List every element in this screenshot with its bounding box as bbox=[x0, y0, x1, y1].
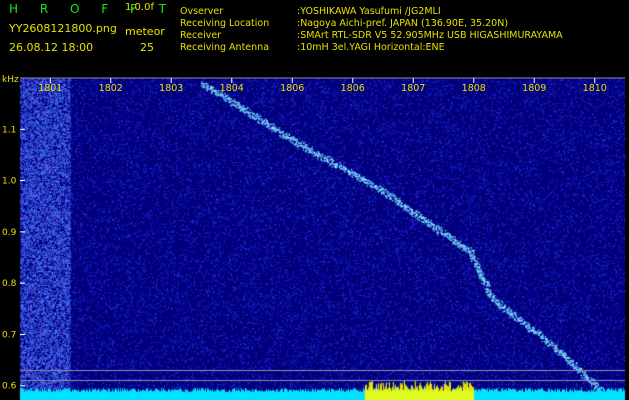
x-tick-label: 1809 bbox=[522, 83, 546, 94]
x-tick-label: 1807 bbox=[401, 83, 425, 94]
y-tick-label: 0.9 bbox=[2, 228, 17, 238]
y-axis-label: kHz bbox=[2, 75, 19, 85]
y-tick-label: 0.8 bbox=[2, 279, 17, 289]
x-tick-label: 1806 bbox=[280, 83, 304, 94]
chart-axes: kHz 1801 1802 1803 1804 1806 1806 1807 1808 1809 1… bbox=[2, 75, 625, 392]
y-tick-label: 1.0 bbox=[2, 177, 17, 187]
x-tick-label: 1810 bbox=[583, 83, 607, 94]
x-tick-label: 1806 bbox=[341, 83, 365, 94]
x-tick-label: 1802 bbox=[99, 83, 123, 94]
x-tick-label: 1804 bbox=[220, 83, 244, 94]
x-tick-label: 1808 bbox=[462, 83, 486, 94]
y-tick-label: 1.1 bbox=[2, 125, 16, 135]
y-tick-label: 0.6 bbox=[2, 382, 17, 392]
x-tick-label: 1803 bbox=[159, 83, 183, 94]
y-tick-label: 0.7 bbox=[2, 330, 16, 340]
x-tick-label: 1801 bbox=[38, 83, 62, 94]
